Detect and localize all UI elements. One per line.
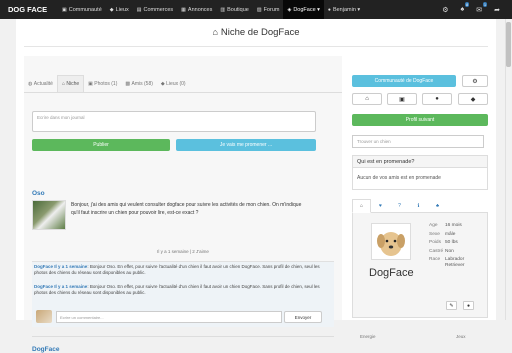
dog-search-input[interactable]: Trouver un chien [352,135,484,148]
tab-photos[interactable]: ▣ Photos (1) [84,75,121,92]
home-icon: ⌂ [212,27,218,37]
page-title: ⌂ Niche de DogFace [212,27,300,38]
stat-row: Castré Non [429,248,454,254]
post-author[interactable]: DogFace [32,346,59,353]
picture-icon[interactable]: ▣ [387,93,417,105]
sidebar: Communauté de DogFace ⚙ ⌂ ▣ ● ◆ Profil s… [352,56,489,339]
nav-item-lieux[interactable]: ◆ Lieux [106,0,133,19]
comment-input[interactable]: Ecrire un commentaire... [56,311,282,323]
comment-author[interactable]: DogFace [34,264,53,269]
walk-panel-body: Aucun de vos amis est en promenade [352,168,488,190]
post-divider [32,336,334,337]
shop-icon: ▥ [220,6,226,13]
settings-icon[interactable]: ⚙ [462,75,488,87]
nav-item-user[interactable]: ● Benjamin ▾ [324,0,364,19]
stat-row: Retriever [445,263,465,269]
brand-logo[interactable]: DOG FACE [8,5,58,14]
info-icon[interactable]: ℹ [409,199,428,213]
send-comment-button[interactable]: Envoyer [284,311,322,323]
nav-item-commerces[interactable]: ▤ Commerces [133,0,177,19]
follow-profile-button[interactable]: Profil suivant [352,114,488,126]
paw-icon[interactable]: ♣ [428,199,447,213]
walk-panel-title: Qui est en promenade? [352,155,488,168]
feed-column: ◍ Actualité ⌂ Niche ▣ Photos (1) ▩ Amis … [24,56,342,353]
help-icon[interactable]: ? [390,199,409,213]
puppy-image [377,232,405,256]
nav-right-group: ⚙ ♠ 8 ✉ 1 ➦ [436,0,506,19]
home-icon[interactable]: ⌂ [352,199,371,213]
post-author[interactable]: Oso [32,190,45,197]
trait-label: Energie [360,334,376,339]
commenter-avatar [36,310,52,323]
comment: DogFace Il y a 1 semaine: Bonjour Oso. E… [34,284,320,295]
list-icon: ▦ [181,6,186,13]
user-icon[interactable]: ● [422,93,452,105]
tab-actualite[interactable]: ◍ Actualité [24,75,57,92]
stat-row: Age 16 mois [429,223,462,228]
dog-photo[interactable] [371,223,411,260]
map-marker-icon[interactable]: ◆ [458,93,488,105]
comment: DogFace Il y a 1 semaine: Bonjour Oso. E… [34,264,320,275]
edit-icon[interactable]: ✎ [446,301,457,310]
comment-author[interactable]: DogFace [34,284,53,289]
divider [24,46,488,47]
heart-icon[interactable]: ♥ [371,199,390,213]
map-marker-icon: ◆ [109,6,114,13]
dog-name: DogFace [369,267,414,279]
walk-button[interactable]: Je vais me promener ... [176,139,316,151]
publish-button[interactable]: Publier [32,139,170,151]
profile-tabs: ◍ Actualité ⌂ Niche ▣ Photos (1) ▩ Amis … [24,75,190,92]
dog-icon: ◈ [287,6,292,13]
profile-mini-tabs: ⌂ ♥ ? ℹ ♣ [352,199,488,213]
paw-notifications-icon[interactable]: ♠ 8 [455,0,471,19]
tabs-underline [24,92,342,93]
nav-item-forum[interactable]: ▧ Forum [253,0,284,19]
home-icon[interactable]: ⌂ [352,93,382,105]
user-icon: ● [327,6,331,13]
community-icon: ▣ [62,6,67,13]
journal-textarea[interactable]: Ecrire dans mon journal [32,111,316,132]
dog-stats: Age 16 mois Sexe mâle Poids 50 lbs Castré No… [429,222,464,269]
forum-icon: ▧ [256,6,262,13]
stat-row: Sexe mâle [429,231,456,237]
stat-row: Poids 50 lbs [429,240,458,246]
nav-item-dogface[interactable]: ◈ DogFace ▾ [283,0,324,19]
messages-icon[interactable]: ✉ 1 [470,0,488,19]
post-meta: Il y a 1 semaine | 2 J'aime [157,249,209,254]
nav-item-boutique[interactable]: ▥ Boutique [216,0,252,19]
settings-icon[interactable]: ⚙ [436,0,454,19]
share-icon[interactable]: ➦ [488,0,506,19]
post-text: Bonjour, j'ai des amis qui veulent consu… [71,202,302,216]
main-container: ⌂ Niche de DogFace ◍ Actualité ⌂ Niche ▣ … [16,19,496,353]
dog-profile-card: DogFace Age 16 mois Sexe mâle Poids 50 lbs … [352,213,488,318]
scrollbar-thumb[interactable] [506,22,511,67]
top-navbar: DOG FACE ▣ Communauté ◆ Lieux ▤ Commerces ▦… [0,0,512,19]
nav-item-annonces[interactable]: ▦ Annonces [177,0,216,19]
cart-icon: ▤ [136,6,142,13]
tab-amis[interactable]: ▩ Amis (58) [121,75,157,92]
community-button[interactable]: Communauté de DogFace [352,75,456,87]
trait-label: Jeux [456,334,466,339]
messages-badge: 1 [482,2,488,7]
tab-lieux[interactable]: ◆ Lieux (0) [157,75,190,92]
nav-item-communaute[interactable]: ▣ Communauté [58,0,106,19]
notifications-badge: 8 [465,2,470,7]
post-author-photo[interactable] [32,200,66,230]
tab-niche[interactable]: ⌂ Niche [56,75,85,92]
user-icon[interactable]: ● [463,301,474,310]
comments-box: DogFace Il y a 1 semaine: Bonjour Oso. E… [32,261,334,327]
